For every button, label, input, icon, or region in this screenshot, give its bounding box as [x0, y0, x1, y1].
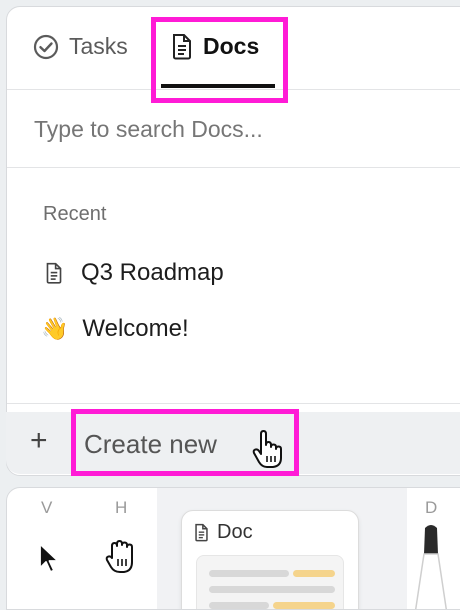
tool-key-h: H	[115, 498, 128, 517]
create-new-row[interactable]: + Create new	[6, 412, 460, 474]
preview-line	[209, 602, 269, 609]
divider	[7, 167, 460, 168]
doc-preview	[196, 555, 344, 609]
doc-tool-card[interactable]: Doc	[181, 510, 359, 609]
recent-item-q3-roadmap[interactable]: Q3 Roadmap	[45, 259, 224, 287]
document-icon	[46, 262, 62, 284]
preview-line-accent	[293, 570, 335, 577]
recent-item-welcome[interactable]: 👋 Welcome!	[41, 315, 189, 343]
doc-tool-title: Doc	[194, 521, 253, 544]
hand-pointer-icon	[252, 430, 282, 468]
active-tab-indicator	[161, 84, 275, 88]
divider	[7, 403, 460, 404]
tab-tasks[interactable]: Tasks	[33, 33, 128, 60]
tool-key-d: D	[425, 498, 438, 517]
create-new-button[interactable]: Create new	[84, 429, 217, 460]
hand-icon[interactable]	[103, 536, 143, 576]
doc-tool-label: Doc	[217, 521, 253, 543]
tool-bar: V H Doc D	[6, 487, 460, 610]
tool-key-v: V	[41, 498, 53, 517]
preview-line	[209, 586, 335, 593]
tab-bar: Tasks Docs	[7, 7, 460, 89]
check-circle-icon	[33, 34, 59, 59]
cursor-arrow-icon[interactable]	[37, 542, 63, 576]
recent-item-label: Welcome!	[82, 315, 189, 342]
recent-heading: Recent	[43, 203, 107, 225]
document-icon	[173, 34, 191, 60]
tab-docs[interactable]: Docs	[171, 33, 259, 60]
tab-tasks-label: Tasks	[69, 33, 128, 59]
search-input[interactable]	[32, 115, 436, 144]
divider	[7, 89, 460, 90]
plus-icon: +	[30, 424, 48, 457]
preview-line-accent	[273, 602, 335, 609]
pen-icon[interactable]	[411, 524, 451, 610]
waving-hand-icon: 👋	[41, 316, 69, 341]
recent-item-label: Q3 Roadmap	[81, 259, 224, 286]
tab-docs-label: Docs	[203, 33, 260, 59]
preview-line	[209, 570, 289, 577]
docs-panel: Tasks Docs Recent Q3 Roadmap 👋 W	[6, 6, 460, 476]
document-icon	[195, 523, 208, 542]
